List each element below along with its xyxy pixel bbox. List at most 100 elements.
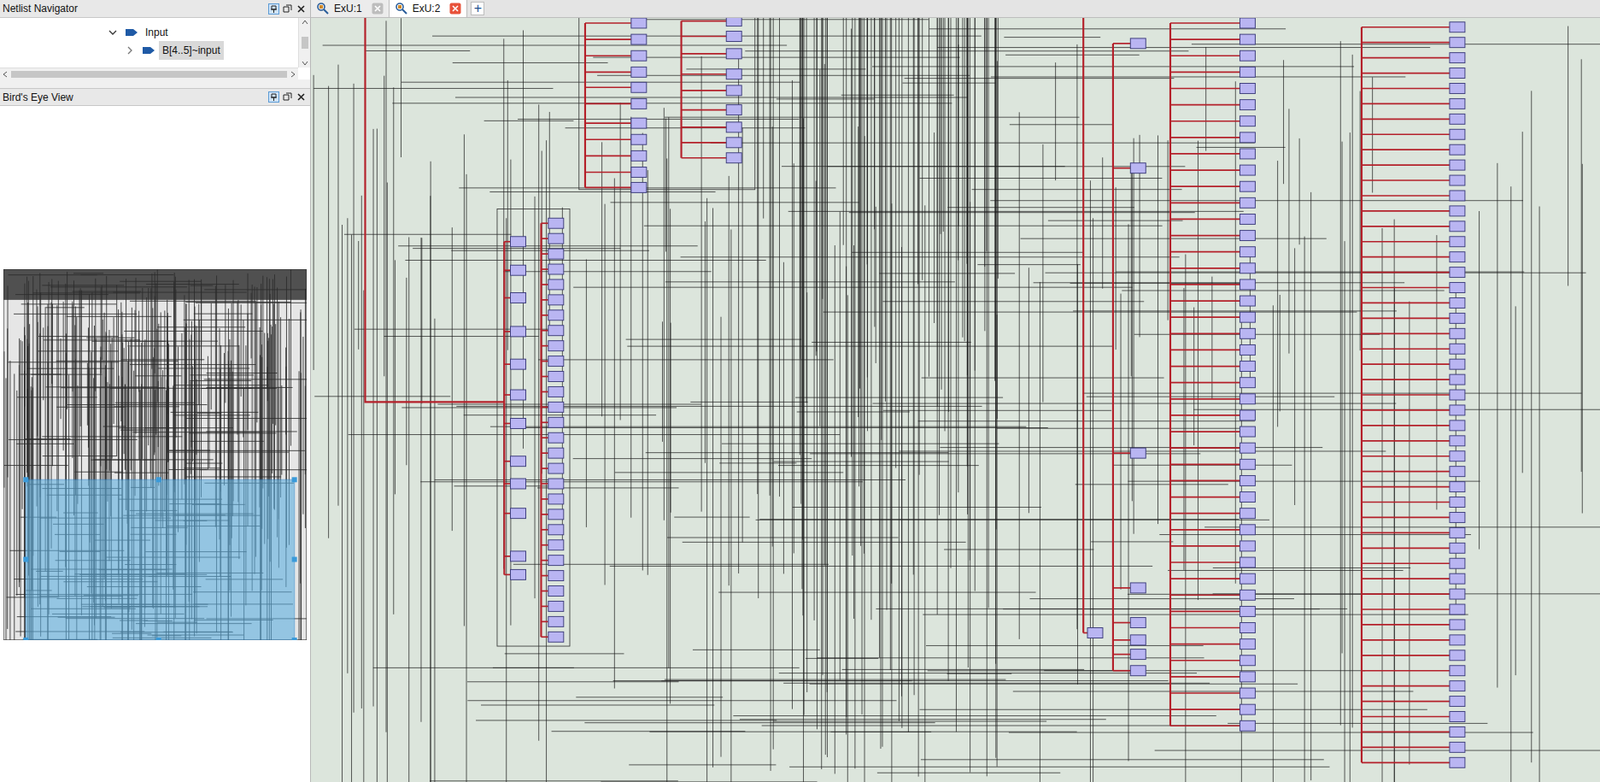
node [504,508,526,519]
float-icon[interactable] [281,3,294,15]
node [1170,99,1255,111]
node [681,122,743,133]
node [681,17,743,27]
node [585,50,647,61]
pin-icon[interactable] [268,3,280,15]
node [1170,492,1255,503]
chevron-right-icon[interactable] [124,45,135,56]
node [1361,650,1466,661]
node [504,358,526,370]
node [1113,38,1146,49]
node [585,117,647,129]
new-tab-label[interactable]: + [470,1,485,16]
netlist-viewer-icon [394,1,409,16]
node [540,586,563,597]
input-pin-icon [124,27,139,38]
node [585,82,647,93]
node [1361,205,1466,217]
node [1113,582,1146,593]
node [1170,344,1255,355]
scroll-thumb[interactable] [301,36,309,49]
tab[interactable]: ExU:2 [389,0,469,18]
tab-close-icon[interactable] [371,2,384,15]
birds-eye-thumbnail[interactable] [3,269,307,640]
scroll-up-icon[interactable] [301,19,309,25]
node [681,105,743,116]
node [1361,497,1466,508]
float-icon[interactable] [281,91,294,103]
node [1361,665,1466,676]
tree-item-label[interactable]: B[4..5]~input [158,41,224,60]
tab-bar: ExU:1 ExU:2 + [310,0,1600,18]
scroll-left-icon[interactable] [2,70,8,78]
node [540,356,563,367]
horizontal-scrollbar[interactable] [0,67,299,80]
node [1361,404,1466,416]
tab-label[interactable]: ExU:1 [334,0,363,17]
node [1170,508,1255,519]
panel-controls [268,3,311,15]
node [540,325,563,336]
node [681,69,743,80]
node [1170,524,1255,535]
scroll-down-icon[interactable] [301,60,309,66]
node-column [1083,17,1103,638]
node [1170,246,1255,258]
node [1170,393,1255,405]
chevron-down-icon[interactable] [107,27,118,38]
node [585,17,647,29]
node [1170,311,1255,323]
node [540,615,563,627]
node [540,509,563,520]
node [1361,726,1466,737]
tree-item[interactable]: Input [0,23,299,42]
node [504,418,526,429]
node [1170,474,1255,486]
node [1170,295,1255,306]
node [1361,267,1466,278]
node [1361,466,1466,477]
schematic-diagram[interactable] [310,17,1600,782]
tree-item-label[interactable]: Input [141,23,172,42]
node [504,326,526,337]
scroll-right-icon[interactable] [290,70,296,78]
node [1170,556,1255,568]
tab-label[interactable]: ExU:2 [412,0,441,17]
node [1170,442,1255,453]
node [504,568,526,580]
close-icon[interactable] [295,91,307,103]
scroll-thumb[interactable] [11,70,288,78]
node [1361,312,1466,323]
node [1113,649,1146,660]
pin-icon[interactable] [268,91,280,103]
panel-title: Netlist Navigator [0,3,78,14]
node [1361,282,1466,294]
node [1170,181,1255,192]
node [1170,197,1255,208]
node [504,456,526,467]
node [1170,540,1255,551]
node [1170,426,1255,437]
node [540,310,563,321]
tab[interactable]: ExU:1 [310,0,390,18]
node-column [540,217,563,642]
node [585,166,647,177]
node [540,248,563,259]
node [540,401,563,412]
new-tab-button[interactable]: + [467,0,488,18]
node [540,493,563,505]
tree-item[interactable]: B[4..5]~input [0,41,299,59]
node [1170,230,1255,241]
schematic-canvas[interactable] [310,17,1600,782]
node [1361,511,1466,522]
node [1361,389,1466,400]
node [1170,410,1255,421]
node [1361,741,1466,752]
close-icon[interactable] [295,3,307,15]
node [1361,144,1466,155]
vertical-scrollbar[interactable] [298,17,311,68]
node [504,478,526,489]
node [540,294,563,305]
node [1113,447,1146,458]
tab-close-icon[interactable] [449,2,462,15]
